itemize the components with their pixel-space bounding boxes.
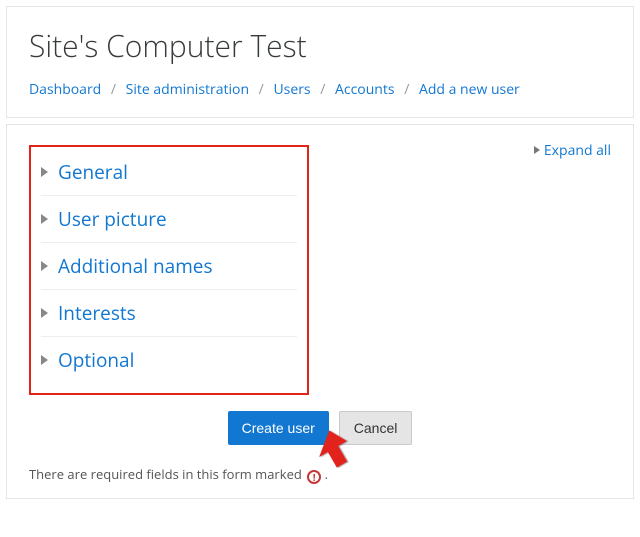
chevron-right-icon	[41, 308, 48, 318]
form-panel: Expand all General User picture Addition…	[6, 124, 634, 499]
chevron-right-icon	[41, 261, 48, 271]
create-user-button[interactable]: Create user	[228, 411, 329, 445]
cancel-button[interactable]: Cancel	[339, 411, 413, 445]
breadcrumb-item-users[interactable]: Users	[273, 80, 310, 99]
required-note-text: There are required fields in this form m…	[29, 465, 302, 483]
expand-all-link[interactable]: Expand all	[534, 141, 611, 160]
page-header: Site's Computer Test Dashboard / Site ad…	[6, 6, 634, 118]
chevron-right-icon	[534, 146, 540, 154]
section-optional[interactable]: Optional	[41, 337, 297, 383]
breadcrumb-item-site-administration[interactable]: Site administration	[126, 80, 249, 99]
section-label: Interests	[58, 300, 136, 326]
section-highlight-box: General User picture Additional names In…	[29, 145, 309, 395]
breadcrumb-separator: /	[111, 80, 116, 99]
section-interests[interactable]: Interests	[41, 290, 297, 337]
breadcrumb: Dashboard / Site administration / Users …	[29, 80, 611, 99]
breadcrumb-separator: /	[404, 80, 409, 99]
expand-all-label: Expand all	[544, 141, 611, 160]
required-fields-note: There are required fields in this form m…	[29, 465, 611, 484]
breadcrumb-separator: /	[259, 80, 264, 99]
section-label: User picture	[58, 206, 167, 232]
breadcrumb-separator: /	[320, 80, 325, 99]
chevron-right-icon	[41, 167, 48, 177]
section-general[interactable]: General	[41, 153, 297, 196]
required-icon: !	[307, 470, 321, 484]
section-additional-names[interactable]: Additional names	[41, 243, 297, 290]
section-label: Optional	[58, 347, 134, 373]
chevron-right-icon	[41, 355, 48, 365]
breadcrumb-item-add-new-user[interactable]: Add a new user	[419, 80, 520, 99]
chevron-right-icon	[41, 214, 48, 224]
section-user-picture[interactable]: User picture	[41, 196, 297, 243]
section-label: General	[58, 159, 128, 185]
page-title: Site's Computer Test	[29, 25, 611, 66]
breadcrumb-item-accounts[interactable]: Accounts	[335, 80, 395, 99]
form-actions: Create user Cancel	[29, 411, 611, 445]
section-label: Additional names	[58, 253, 213, 279]
breadcrumb-item-dashboard[interactable]: Dashboard	[29, 80, 101, 99]
